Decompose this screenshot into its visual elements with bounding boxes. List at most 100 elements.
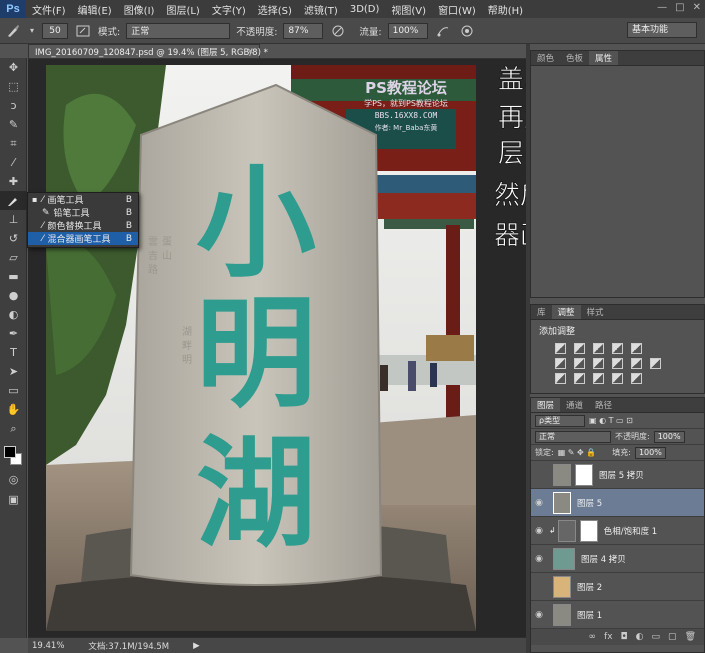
layer-name[interactable]: 图层 2 [577,581,602,593]
menu-layer[interactable]: 图层(L) [160,2,205,17]
layer-row[interactable]: ◉ 图层 5 [531,489,704,517]
tab-paths[interactable]: 路径 [589,398,618,412]
crop-tool-icon[interactable]: ⌗ [0,134,27,153]
gradient-tool-icon[interactable]: ▬ [0,267,27,286]
tab-libraries[interactable]: 库 [531,305,552,319]
flow-input[interactable]: 100% [387,22,428,39]
eyedropper-tool-icon[interactable]: ⁄ [0,153,27,172]
menu-image[interactable]: 图像(I) [118,2,161,17]
selective-color-icon[interactable] [612,373,623,384]
layer-name[interactable]: 色相/饱和度 1 [604,525,657,537]
layer-row[interactable]: 图层 5 拷贝 [531,461,704,489]
photo-filter-icon[interactable] [612,358,623,369]
invert-icon[interactable] [555,373,566,384]
opacity-input[interactable]: 87% [283,22,324,39]
layer-mask-thumbnail[interactable] [579,519,598,542]
lasso-tool-icon[interactable]: ↄ [0,96,27,115]
tab-layers[interactable]: 图层 [531,398,561,412]
tab-adjustments[interactable]: 调整 [551,305,581,319]
flyout-pencil-tool[interactable]: ✎ 铅笔工具 B [28,206,138,220]
layer-blend-select[interactable]: 正常 [535,430,611,443]
type-tool-icon[interactable]: T [0,343,27,362]
filter-pixel-icon[interactable]: ▣ ◐ T ▭ ⊡ [589,416,633,425]
trash-icon[interactable]: 🗑 [685,632,696,642]
layer-row[interactable]: 图层 2 [531,573,704,601]
hue-saturation-icon[interactable] [555,358,566,369]
menu-window[interactable]: 窗口(W) [432,2,482,17]
dodge-tool-icon[interactable]: ◐ [0,305,27,324]
layer-row[interactable]: ◉ 图层 1 [531,601,704,629]
gradient-map-icon[interactable] [631,373,642,384]
brush-panel-toggle-icon[interactable] [74,23,92,39]
levels-icon[interactable] [574,343,585,354]
group-icon[interactable]: ▭ [652,632,661,642]
eraser-tool-icon[interactable]: ▱ [0,248,27,267]
pressure-opacity-icon[interactable] [329,23,347,39]
status-menu-arrow-icon[interactable]: ▶ [193,641,200,651]
zoom-level[interactable]: 19.41% [32,641,64,651]
posterize-icon[interactable] [574,373,585,384]
menu-file[interactable]: 文件(F) [26,2,72,17]
mask-icon[interactable]: ◘ [621,632,628,642]
pressure-size-icon[interactable] [458,23,476,39]
move-tool-icon[interactable]: ✥ [0,58,27,77]
layer-name[interactable]: 图层 5 [577,497,602,509]
hand-tool-icon[interactable]: ✋ [0,400,27,419]
menu-filter[interactable]: 滤镜(T) [298,2,344,17]
eye-icon[interactable]: ◉ [531,498,547,508]
clone-stamp-tool-icon[interactable]: ⊥ [0,210,27,229]
layer-name[interactable]: 图层 1 [577,609,602,621]
black-white-icon[interactable] [593,358,604,369]
curves-icon[interactable] [593,343,604,354]
vibrance-icon[interactable] [631,343,642,354]
airbrush-icon[interactable] [434,23,452,39]
workspace-select[interactable]: 基本功能 [627,22,697,38]
flyout-brush-tool[interactable]: ▪ ⁄ 画笔工具 B [28,193,138,207]
tab-channels[interactable]: 通道 [560,398,589,412]
eye-icon[interactable]: ◉ [531,526,547,536]
history-brush-tool-icon[interactable]: ↺ [0,229,27,248]
menu-type[interactable]: 文字(Y) [206,2,252,17]
document-tab[interactable]: IMG_20160709_120847.psd @ 19.4% (图层 5, R… [28,44,268,59]
menu-select[interactable]: 选择(S) [252,2,298,17]
menu-view[interactable]: 视图(V) [385,2,432,17]
lock-icons[interactable]: ▦ ✎ ✥ 🔒 [558,448,597,457]
flyout-color-replace-tool[interactable]: ⁄ 颜色替换工具 B [28,219,138,233]
blur-tool-icon[interactable]: ● [0,286,27,305]
exposure-icon[interactable] [612,343,623,354]
color-balance-icon[interactable] [574,358,585,369]
layer-filter-select[interactable]: ρ类型 [535,414,585,427]
blend-mode-select[interactable]: 正常 [126,22,231,39]
menu-help[interactable]: 帮助(H) [482,2,529,17]
fill-input[interactable]: 100% [634,446,666,459]
quick-select-tool-icon[interactable]: ✎ [0,115,27,134]
layer-row[interactable]: ◉ 图层 4 拷贝 [531,545,704,573]
path-select-tool-icon[interactable]: ➤ [0,362,27,381]
menu-edit[interactable]: 编辑(E) [72,2,118,17]
screen-mode-icon[interactable]: ▣ [0,490,27,509]
canvas-area[interactable]: 雲吉路 蛋山 湖畔明 小 明 湖 PS教程论坛 学PS，就到PS教程论坛 BBS… [28,59,526,637]
tab-styles[interactable]: 样式 [581,305,610,319]
pen-tool-icon[interactable]: ✒ [0,324,27,343]
color-lookup-icon[interactable] [650,358,661,369]
close-button[interactable]: ✕ [693,2,701,13]
dropdown-arrow-icon[interactable]: ▾ [28,23,36,39]
maximize-button[interactable]: □ [675,2,684,13]
link-icon[interactable]: ∞ [589,632,597,642]
tab-swatches[interactable]: 色板 [560,51,589,65]
eye-icon[interactable]: ◉ [531,610,547,620]
brush-tool-preset-icon[interactable] [4,23,22,39]
eye-icon[interactable]: ◉ [531,554,547,564]
channel-mixer-icon[interactable] [631,358,642,369]
zoom-tool-icon[interactable]: ⌕ [0,419,27,438]
layer-name[interactable]: 图层 4 拷贝 [581,553,626,565]
document-image[interactable]: 雲吉路 蛋山 湖畔明 小 明 湖 PS教程论坛 学PS，就到PS教程论坛 BBS… [46,65,476,631]
close-tab-icon[interactable]: ✕ [247,47,254,57]
brush-size-picker[interactable]: 50 [42,22,68,39]
marquee-tool-icon[interactable]: ⬚ [0,77,27,96]
layer-opacity-input[interactable]: 100% [653,430,685,443]
flyout-mixer-brush-tool[interactable]: ⁄ 混合器画笔工具 B [28,232,138,245]
tab-color[interactable]: 颜色 [531,51,560,65]
layer-mask-thumbnail[interactable] [575,463,593,486]
shape-tool-icon[interactable]: ▭ [0,381,27,400]
